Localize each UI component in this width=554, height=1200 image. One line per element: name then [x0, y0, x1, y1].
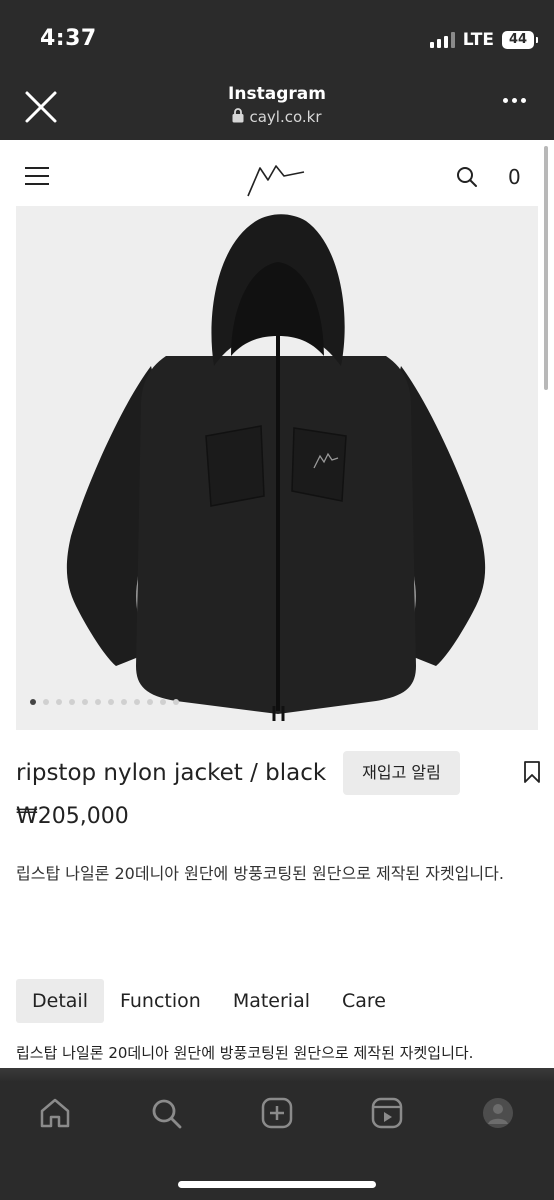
- tab-material[interactable]: Material: [217, 979, 326, 1023]
- image-pagination[interactable]: [30, 699, 179, 705]
- pagination-dot[interactable]: [134, 699, 140, 705]
- tab-function[interactable]: Function: [104, 979, 217, 1023]
- network-type: LTE: [462, 30, 494, 50]
- battery-icon: 44: [502, 31, 538, 49]
- tab-content: 립스탑 나일론 20데니아 원단에 방풍코팅된 원단으로 제작된 자켓입니다.: [16, 1044, 474, 1062]
- reels-icon[interactable]: [370, 1096, 404, 1130]
- pagination-dot[interactable]: [95, 699, 101, 705]
- lock-icon: [232, 108, 244, 123]
- jacket-illustration: [66, 214, 486, 721]
- home-icon[interactable]: [38, 1096, 72, 1130]
- pagination-dot[interactable]: [56, 699, 62, 705]
- menu-icon[interactable]: [25, 167, 49, 185]
- pagination-dot[interactable]: [43, 699, 49, 705]
- cart-count[interactable]: 0: [508, 165, 521, 189]
- page: { "status_bar": { "time": "4:37", "netwo…: [0, 0, 554, 1200]
- in-app-browser-bar: Instagram cayl.co.kr: [0, 70, 554, 140]
- create-icon[interactable]: [260, 1096, 294, 1130]
- restock-alert-button[interactable]: 재입고 알림: [343, 751, 460, 795]
- detail-tabs: Detail Function Material Care: [16, 979, 402, 1023]
- product-image[interactable]: [16, 206, 538, 730]
- more-options-icon[interactable]: [503, 98, 526, 103]
- pagination-dot[interactable]: [160, 699, 166, 705]
- bookmark-icon[interactable]: [522, 760, 542, 784]
- status-time: 4:37: [40, 26, 97, 51]
- product-price: ₩205,000: [16, 804, 129, 829]
- pagination-dot[interactable]: [147, 699, 153, 705]
- pagination-dot[interactable]: [82, 699, 88, 705]
- status-bar: 4:37 LTE 44: [0, 0, 554, 70]
- browser-url: cayl.co.kr: [0, 108, 554, 126]
- home-indicator[interactable]: [178, 1181, 376, 1188]
- tab-care[interactable]: Care: [326, 979, 402, 1023]
- pagination-dot[interactable]: [69, 699, 75, 705]
- tab-detail[interactable]: Detail: [16, 979, 104, 1023]
- brand-logo[interactable]: [246, 158, 306, 198]
- product-description: 립스탑 나일론 20데니아 원단에 방풍코팅된 원단으로 제작된 자켓입니다.: [16, 864, 504, 883]
- scrollbar[interactable]: [544, 146, 548, 390]
- status-indicators: LTE 44: [429, 30, 538, 50]
- browser-title: Instagram: [228, 84, 326, 104]
- search-icon[interactable]: [456, 166, 478, 188]
- search-icon[interactable]: [149, 1096, 183, 1130]
- pagination-dot[interactable]: [30, 699, 36, 705]
- product-name: ripstop nylon jacket / black: [16, 760, 327, 786]
- pagination-dot[interactable]: [173, 699, 179, 705]
- pagination-dot[interactable]: [121, 699, 127, 705]
- site-header: 0: [0, 140, 554, 206]
- signal-icon: [429, 32, 455, 48]
- url-text: cayl.co.kr: [249, 108, 322, 126]
- profile-icon[interactable]: [481, 1096, 515, 1130]
- pagination-dot[interactable]: [108, 699, 114, 705]
